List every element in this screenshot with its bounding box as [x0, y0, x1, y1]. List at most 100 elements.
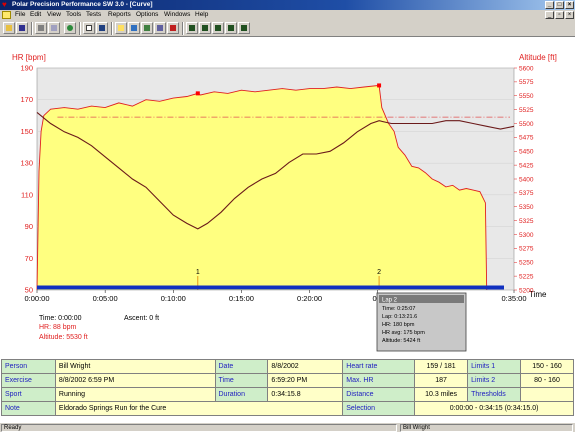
note-value[interactable]: Eldorado Springs Run for the Cure: [54, 401, 344, 416]
menu-edit[interactable]: Edit: [30, 10, 41, 20]
sport-label: Sport: [1, 387, 56, 402]
duration-value[interactable]: 0:34:15.8: [267, 387, 344, 402]
note-label: Note: [1, 401, 56, 416]
tooltip-altitude: Altitude: 5424 ft: [382, 338, 421, 344]
mdi-minimize-button[interactable]: _: [545, 11, 554, 19]
tooltip-title: Lap 2: [382, 298, 398, 304]
readout-hr: HR: 88 bpm: [39, 324, 77, 331]
hr-tick-label: 90: [25, 222, 33, 231]
curve-icon[interactable]: [115, 22, 127, 34]
max-hr-label: Max. HR: [342, 373, 416, 388]
menu-options[interactable]: Options: [136, 10, 158, 20]
diary-report-icon[interactable]: [199, 22, 211, 34]
altitude-tick-label: 5350: [519, 204, 534, 211]
readout-time: Time: 0:00:00: [39, 315, 82, 322]
globe-icon[interactable]: [64, 22, 76, 34]
person-value[interactable]: Bill Wright: [54, 359, 216, 374]
lap-marker-label: 1: [196, 269, 200, 276]
toolbar-separator: [31, 22, 33, 35]
maximize-button[interactable]: □: [555, 1, 564, 9]
exercise-info-table: Person Bill Wright Date 8/8/2002 Heart r…: [1, 359, 574, 416]
altitude-tick-label: 5425: [519, 162, 534, 169]
window-title: Polar Precision Performance SW 3.0 - [Cu…: [12, 1, 153, 8]
time-label: Time: [214, 373, 269, 388]
heart-rate-value[interactable]: 159 / 181: [414, 359, 469, 374]
hr-tick-label: 130: [20, 159, 33, 168]
exercise-icon[interactable]: [96, 22, 108, 34]
hr-tick-label: 70: [25, 254, 33, 263]
yearly-report-icon[interactable]: [186, 22, 198, 34]
altitude-tick-label: 5600: [519, 65, 534, 72]
print-icon[interactable]: [35, 22, 47, 34]
monthly-report-icon[interactable]: [167, 22, 179, 34]
thresholds-value[interactable]: [520, 387, 574, 402]
selection-value[interactable]: 0:00:00 - 0:34:15 (0:34:15.0): [414, 401, 574, 416]
limits1-label: Limits 1: [467, 359, 522, 374]
lap-marker-dot: [377, 83, 382, 88]
hr-tick-label: 150: [20, 127, 33, 136]
altitude-tick-label: 5475: [519, 135, 534, 142]
limits2-label: Limits 2: [467, 373, 522, 388]
calendar-icon[interactable]: [83, 22, 95, 34]
time-tick-label: 0:05:00: [93, 294, 118, 303]
hr-tick-label: 110: [21, 190, 33, 199]
time-tick-label: 0:15:00: [229, 294, 254, 303]
mdi-restore-button[interactable]: ▫: [555, 11, 564, 19]
altitude-tick-label: 5250: [519, 260, 534, 267]
document-icon[interactable]: [2, 11, 11, 19]
title-bar: ♥ Polar Precision Performance SW 3.0 - […: [0, 0, 575, 10]
altitude-tick-label: 5375: [519, 190, 534, 197]
max-hr-value[interactable]: 187: [414, 373, 469, 388]
limits2-value[interactable]: 80 - 160: [520, 373, 574, 388]
status-bar: Ready Bill Wright: [0, 422, 575, 432]
trend-icon[interactable]: [128, 22, 140, 34]
menu-help[interactable]: Help: [195, 10, 208, 20]
readout-altitude: Altitude: 5530 ft: [39, 334, 88, 341]
weekly-report-icon[interactable]: [154, 22, 166, 34]
distance-value[interactable]: 10.3 miles: [414, 387, 469, 402]
altitude-tick-label: 5275: [519, 246, 534, 253]
graph-report-icon[interactable]: [225, 22, 237, 34]
open-icon[interactable]: [3, 22, 15, 34]
exercise-value[interactable]: 8/8/2002 6:59 PM: [54, 373, 216, 388]
save-icon[interactable]: [16, 22, 28, 34]
hr-axis-title: HR [bpm]: [12, 53, 46, 62]
curve-chart[interactable]: HR [bpm] Altitude [ft] Time 12 190170150…: [0, 38, 575, 356]
altitude-tick-label: 5225: [519, 273, 534, 280]
time-tick-label: 0:35:00: [501, 294, 526, 303]
tooltip-lap: Lap: 0:13:21.6: [382, 314, 417, 320]
menu-reports[interactable]: Reports: [108, 10, 131, 20]
hr-tick-label: 190: [20, 64, 33, 73]
limits1-value[interactable]: 150 - 160: [520, 359, 574, 374]
menu-view[interactable]: View: [47, 10, 61, 20]
time-tick-label: 0:10:00: [161, 294, 186, 303]
menu-file[interactable]: File: [15, 10, 25, 20]
status-text: Ready: [1, 424, 397, 432]
preview-icon[interactable]: [48, 22, 60, 34]
mdi-close-button[interactable]: ×: [565, 11, 574, 19]
exercise-label: Exercise: [1, 373, 56, 388]
menu-windows[interactable]: Windows: [164, 10, 190, 20]
close-button[interactable]: ×: [565, 1, 574, 9]
date-label: Date: [214, 359, 269, 374]
toolbar-separator: [111, 22, 113, 35]
altitude-tick-label: 5300: [519, 232, 534, 239]
distance-label: Distance: [342, 387, 416, 402]
menu-tests[interactable]: Tests: [86, 10, 101, 20]
menu-tools[interactable]: Tools: [66, 10, 81, 20]
selection-label: Selection: [342, 401, 416, 416]
total-report-icon[interactable]: [238, 22, 250, 34]
lap-tooltip: Lap 2 Time: 0:25:07 Lap: 0:13:21.6 HR: 1…: [376, 292, 467, 352]
bar-chart-icon[interactable]: [141, 22, 153, 34]
heart-rate-label: Heart rate: [342, 359, 416, 374]
date-value[interactable]: 8/8/2002: [267, 359, 344, 374]
toolbar-separator: [79, 22, 81, 35]
time-value[interactable]: 6:59:20 PM: [267, 373, 344, 388]
summary-report-icon[interactable]: [212, 22, 224, 34]
thresholds-label: Thresholds: [467, 387, 522, 402]
lap-marker-label: 2: [377, 269, 381, 276]
altitude-axis-title: Altitude [ft]: [519, 53, 557, 62]
sport-value[interactable]: Running: [54, 387, 216, 402]
minimize-button[interactable]: _: [545, 1, 554, 9]
status-user: Bill Wright: [400, 424, 573, 432]
